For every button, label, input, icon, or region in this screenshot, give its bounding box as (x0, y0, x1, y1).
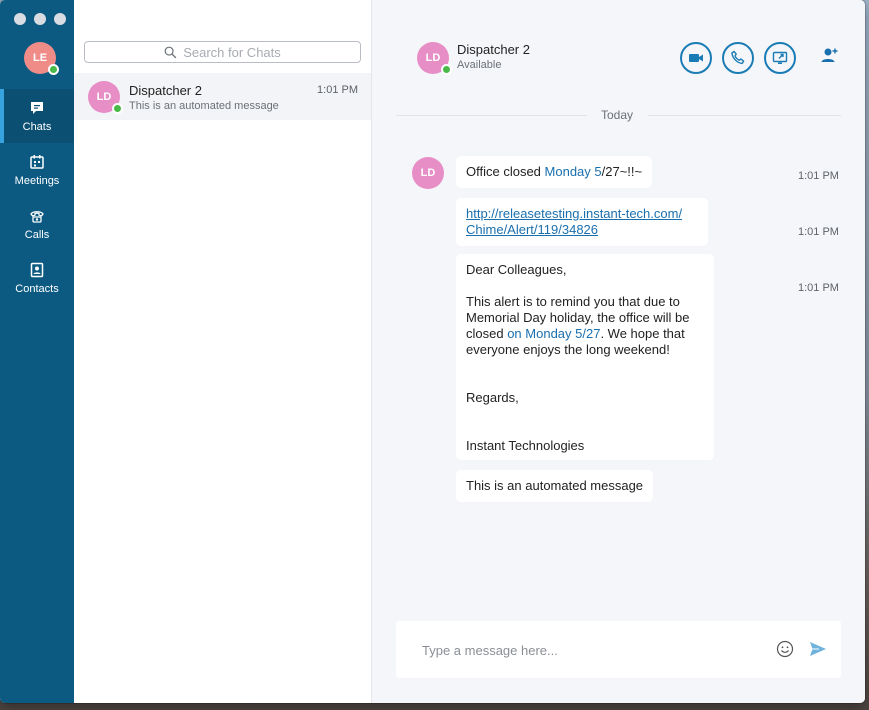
chat-icon (31, 101, 43, 114)
presence-available-indicator (48, 64, 59, 75)
calendar-icon (30, 154, 44, 169)
chat-list-pane: Search for Chats LD Dispatcher 2 This is… (74, 0, 372, 703)
screen-share-icon (772, 51, 788, 64)
nav-item-contacts[interactable]: Contacts (0, 251, 74, 305)
chat-name: Dispatcher 2 (129, 83, 202, 98)
search-field[interactable]: Search for Chats (84, 41, 361, 63)
message-signature: Instant Technologies (466, 438, 585, 453)
contact-avatar[interactable]: LD (417, 42, 452, 75)
message-bubble: Office closed Monday 5/27~!!~ (456, 156, 653, 188)
contact-avatar-initials: LD (96, 91, 112, 103)
presence-available-indicator (112, 103, 123, 114)
contact-avatar-initials: LD (425, 52, 441, 64)
minimize-window-button[interactable] (34, 13, 46, 25)
message-closing: Regards, (466, 390, 519, 405)
nav-item-label: Meetings (14, 174, 60, 187)
user-avatar[interactable]: LE (24, 42, 59, 75)
message-paragraph: This alert is to remind you that due to … (466, 294, 704, 358)
conversation-status: Available (457, 59, 502, 71)
search-placeholder: Search for Chats (183, 44, 281, 60)
emoji-icon[interactable] (776, 640, 794, 658)
add-person-icon[interactable] (820, 46, 840, 66)
video-call-button[interactable] (680, 42, 712, 74)
audio-call-button[interactable] (722, 42, 754, 74)
nav-item-chats[interactable]: Chats (0, 89, 74, 143)
zoom-window-button[interactable] (54, 13, 66, 25)
message-bubble: Dear Colleagues, This alert is to remind… (456, 254, 714, 460)
message-bubble: http://releasetesting.instant-tech.com/C… (456, 198, 708, 246)
chat-list-item[interactable]: LD Dispatcher 2 This is an automated mes… (74, 73, 371, 120)
user-avatar-initials: LE (32, 52, 48, 64)
nav-item-label: Contacts (15, 282, 59, 295)
screen-share-button[interactable] (764, 42, 796, 74)
message-time: 1:01 PM (798, 170, 839, 182)
date-divider-line-right (648, 115, 841, 116)
message-input[interactable] (422, 641, 752, 659)
contact-card-icon (30, 262, 44, 277)
phone-icon (731, 50, 745, 65)
message-bubble: This is an automated message (456, 470, 654, 502)
message-time: 1:01 PM (798, 226, 839, 238)
conversation-title: Dispatcher 2 (457, 42, 530, 57)
app-window: LE Chats Meetings Calls Contacts Search … (0, 0, 865, 703)
message-text-highlight: Monday 5 (544, 164, 602, 179)
sender-avatar-initials: LD (420, 167, 436, 179)
phone-icon (30, 210, 44, 223)
message-link-line: http://releasetesting.instant-tech.com/ (466, 206, 683, 221)
message-composer (396, 621, 841, 678)
window-controls (14, 13, 66, 25)
conversation-pane: LD Dispatcher 2 Available Today LD Offic… (372, 0, 865, 703)
search-icon (164, 46, 177, 58)
nav-item-meetings[interactable]: Meetings (0, 143, 74, 197)
message-text: Office closed (466, 164, 545, 179)
message-time: 1:01 PM (798, 282, 839, 294)
nav-item-label: Calls (24, 228, 50, 241)
message-greeting: Dear Colleagues, (466, 262, 567, 277)
send-icon[interactable] (809, 641, 827, 657)
close-window-button[interactable] (14, 13, 26, 25)
message-text: /27~!!~ (601, 164, 643, 179)
message-link-line: Chime/Alert/119/34826 (466, 222, 599, 237)
presence-available-indicator (441, 64, 452, 75)
message-sender-avatar: LD (412, 157, 444, 189)
message-text-highlight: on Monday 5/27 (507, 326, 601, 341)
video-icon (689, 54, 703, 62)
chat-preview: This is an automated message (129, 100, 279, 112)
nav-item-label: Chats (22, 120, 52, 133)
message-text: This is an automated message (466, 478, 644, 493)
date-divider-line-left (396, 115, 587, 116)
date-divider: Today (601, 108, 634, 122)
nav-rail: LE Chats Meetings Calls Contacts (0, 0, 74, 703)
chat-time: 1:01 PM (317, 84, 358, 96)
nav-item-calls[interactable]: Calls (0, 197, 74, 251)
message-link[interactable]: http://releasetesting.instant-tech.com/C… (466, 206, 682, 237)
contact-avatar: LD (88, 81, 123, 114)
